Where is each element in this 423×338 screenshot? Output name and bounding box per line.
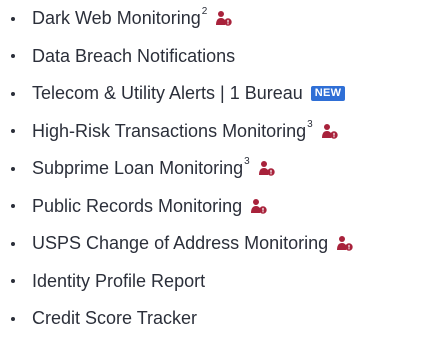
list-item-subprime-loan-monitoring: Subprime Loan Monitoring 3	[0, 150, 423, 188]
new-badge: NEW	[310, 86, 346, 102]
person-alert-icon	[336, 235, 353, 252]
feature-label: Public Records Monitoring	[32, 195, 243, 216]
bullet	[11, 279, 15, 284]
bullet	[11, 129, 15, 134]
list-item-dark-web-monitoring: Dark Web Monitoring 2	[0, 0, 423, 38]
person-alert-icon	[321, 123, 338, 140]
bullet	[11, 166, 15, 171]
bullet	[11, 316, 15, 321]
bullet	[11, 54, 15, 59]
person-alert-icon	[250, 198, 267, 215]
feature-label: Data Breach Notifications	[32, 45, 236, 66]
feature-label: Credit Score Tracker	[32, 308, 198, 329]
bullet	[11, 91, 15, 96]
footnote-marker: 3	[307, 118, 313, 130]
bullet	[11, 204, 15, 209]
feature-label: Identity Profile Report	[32, 270, 206, 291]
person-alert-icon	[215, 10, 232, 27]
footnote-marker: 2	[201, 6, 208, 18]
list-item-usps-change-of-address-monitoring: USPS Change of Address Monitoring	[0, 225, 423, 263]
feature-list: Dark Web Monitoring 2 Data Breach Notific…	[0, 0, 423, 338]
list-item-telecom-utility-alerts: Telecom & Utility Alerts | 1 Bureau NEW	[0, 75, 423, 113]
list-item-data-breach-notifications: Data Breach Notifications	[0, 38, 423, 76]
list-item-credit-score-tracker: Credit Score Tracker	[0, 300, 423, 338]
list-item-public-records-monitoring: Public Records Monitoring	[0, 188, 423, 226]
person-alert-icon	[258, 160, 275, 177]
list-item-identity-profile-report: Identity Profile Report	[0, 263, 423, 301]
feature-label: Telecom & Utility Alerts | 1 Bureau	[32, 83, 303, 104]
feature-label: Subprime Loan Monitoring	[32, 158, 244, 179]
footnote-marker: 3	[244, 156, 250, 168]
feature-label: USPS Change of Address Monitoring	[32, 233, 329, 254]
bullet	[11, 16, 15, 21]
list-item-high-risk-transactions-monitoring: High-Risk Transactions Monitoring 3	[0, 113, 423, 151]
feature-label: High-Risk Transactions Monitoring	[32, 120, 307, 141]
bullet	[11, 241, 15, 246]
feature-label: Dark Web Monitoring	[32, 8, 201, 29]
